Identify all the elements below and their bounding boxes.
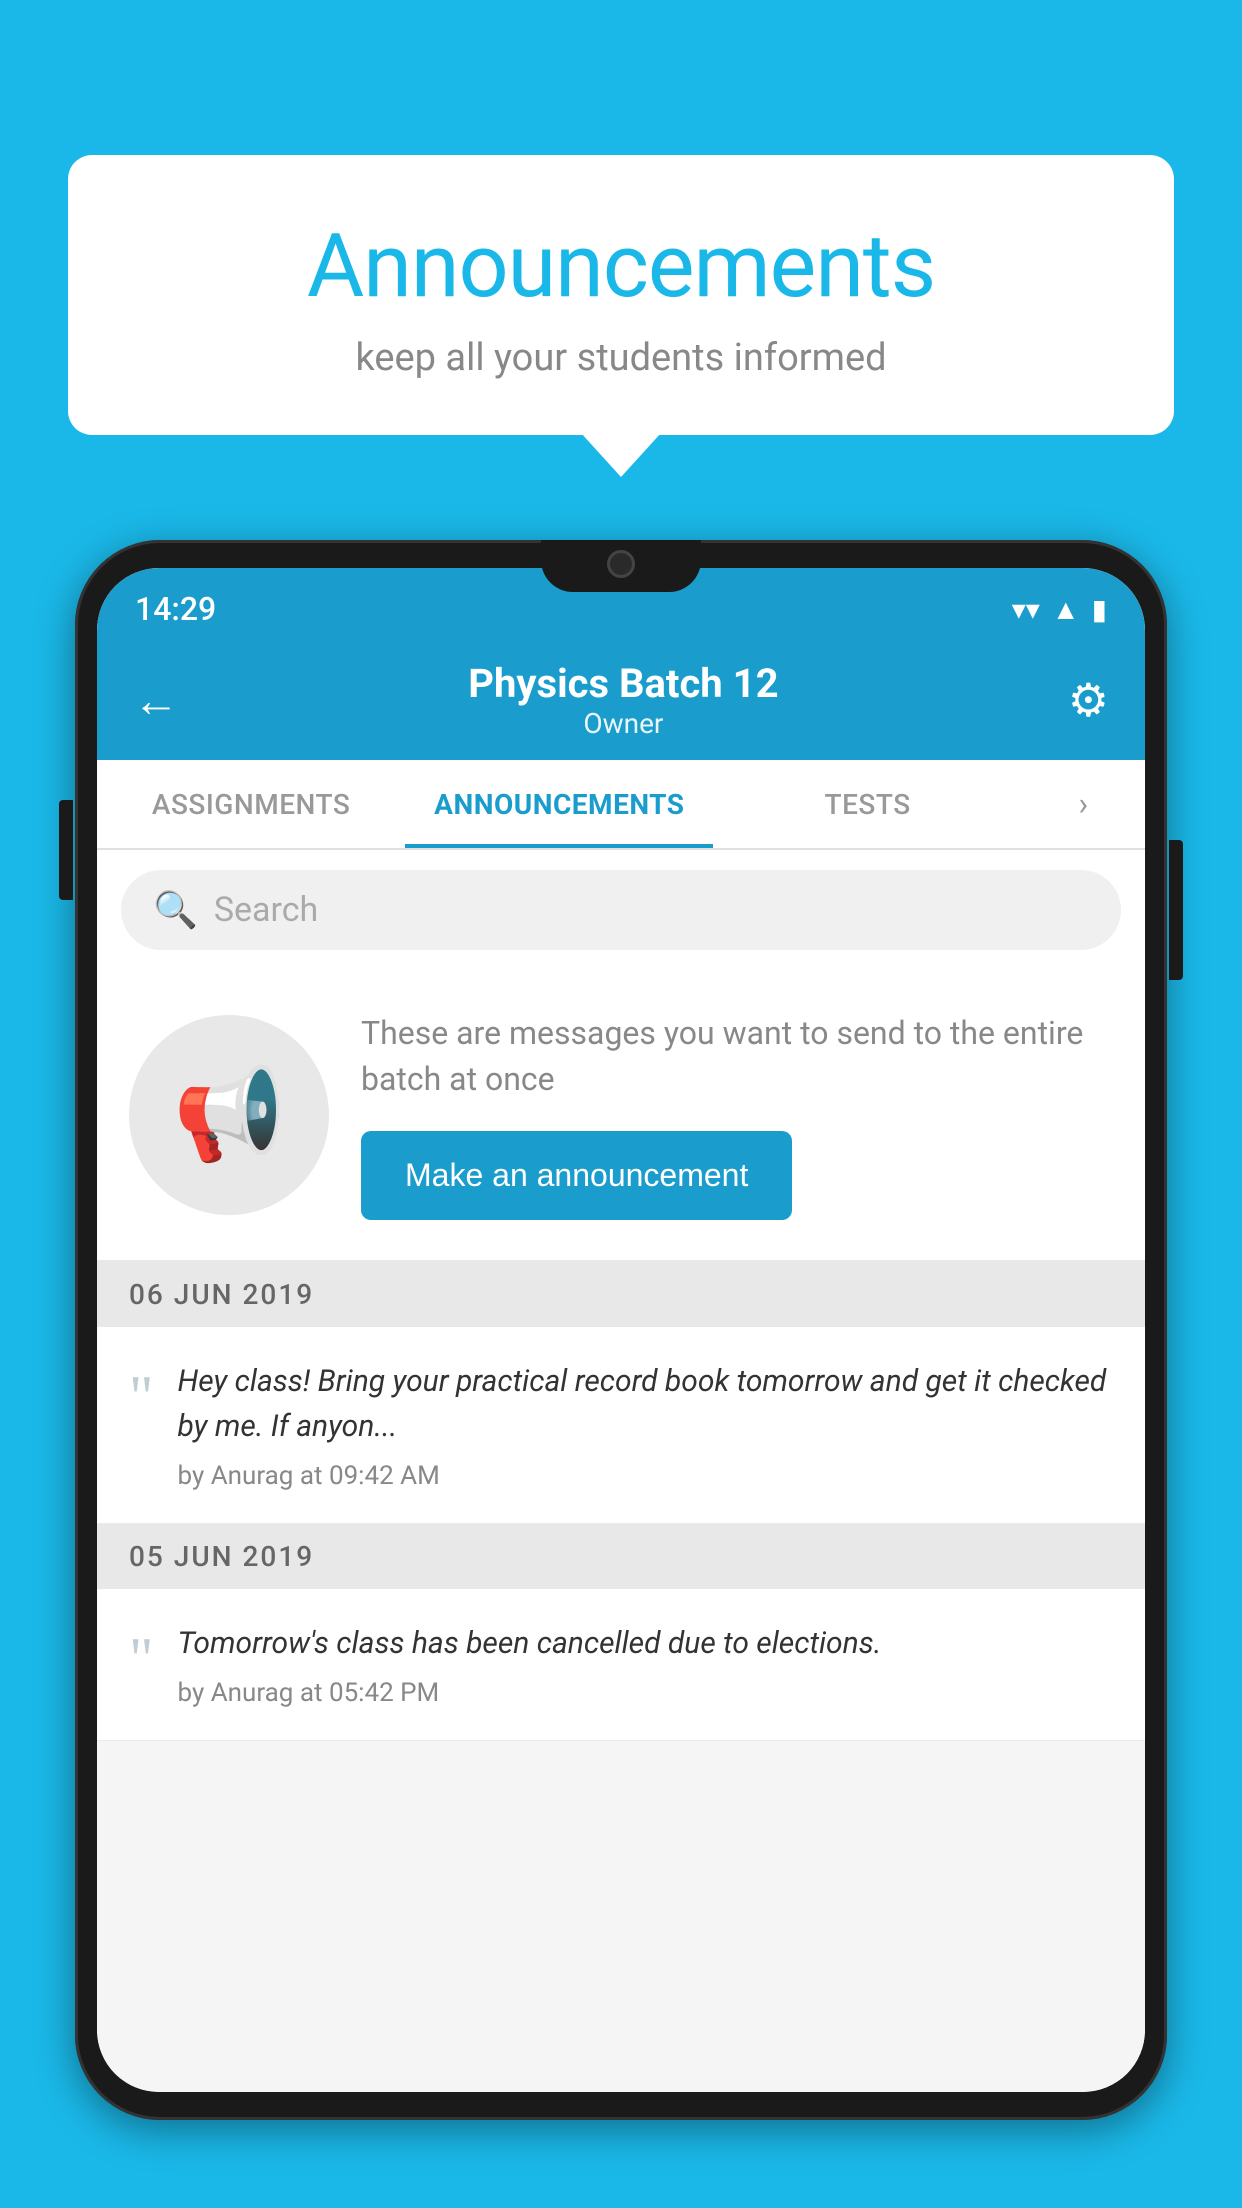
tab-assignments[interactable]: ASSIGNMENTS xyxy=(97,760,405,848)
announcement-item-1[interactable]: " Hey class! Bring your practical record… xyxy=(97,1327,1145,1524)
announcement-meta-2: by Anurag at 05:42 PM xyxy=(178,1678,1114,1708)
status-time: 14:29 xyxy=(135,590,216,628)
phone-notch xyxy=(541,540,701,592)
phone-mockup: 14:29 ▾▾ ▲ ▮ ← Physics Batch 12 Owner ⚙ xyxy=(75,540,1167,2208)
battery-icon: ▮ xyxy=(1092,593,1107,626)
announcement-content-2: Tomorrow's class has been cancelled due … xyxy=(178,1621,1114,1708)
announcement-item-2[interactable]: " Tomorrow's class has been cancelled du… xyxy=(97,1589,1145,1741)
camera-notch xyxy=(607,550,635,578)
settings-icon[interactable]: ⚙ xyxy=(1068,673,1109,728)
owner-label: Owner xyxy=(468,707,778,740)
announcement-intro: 📢 These are messages you want to send to… xyxy=(97,970,1145,1262)
phone-screen: 14:29 ▾▾ ▲ ▮ ← Physics Batch 12 Owner ⚙ xyxy=(97,568,1145,2092)
intro-description: These are messages you want to send to t… xyxy=(361,1010,1113,1103)
speech-bubble-section: Announcements keep all your students inf… xyxy=(68,155,1174,435)
tab-more[interactable]: › xyxy=(1022,760,1145,848)
announcement-content-1: Hey class! Bring your practical record b… xyxy=(178,1359,1114,1491)
app-header: ← Physics Batch 12 Owner ⚙ xyxy=(97,640,1145,760)
megaphone-icon: 📢 xyxy=(173,1062,285,1167)
search-icon: 🔍 xyxy=(153,889,198,931)
quote-icon-1: " xyxy=(129,1367,154,1427)
announcement-meta-1: by Anurag at 09:42 AM xyxy=(178,1461,1114,1491)
megaphone-circle: 📢 xyxy=(129,1015,329,1215)
announcement-intro-right: These are messages you want to send to t… xyxy=(361,1010,1113,1220)
tab-announcements[interactable]: ANNOUNCEMENTS xyxy=(405,760,713,848)
header-center: Physics Batch 12 Owner xyxy=(468,660,778,740)
signal-icon: ▲ xyxy=(1052,593,1080,626)
search-bar[interactable]: 🔍 Search xyxy=(121,870,1121,950)
announcement-text-2: Tomorrow's class has been cancelled due … xyxy=(178,1621,1114,1666)
date-separator-1: 06 JUN 2019 xyxy=(97,1262,1145,1327)
bubble-title: Announcements xyxy=(148,215,1094,318)
wifi-icon: ▾▾ xyxy=(1012,593,1040,626)
speech-bubble: Announcements keep all your students inf… xyxy=(68,155,1174,435)
scrollable-content: 🔍 Search 📢 These are messages you want t… xyxy=(97,850,1145,2092)
back-button[interactable]: ← xyxy=(133,673,179,728)
date-separator-2: 05 JUN 2019 xyxy=(97,1524,1145,1589)
screen-inner: 14:29 ▾▾ ▲ ▮ ← Physics Batch 12 Owner ⚙ xyxy=(97,568,1145,2092)
quote-icon-2: " xyxy=(129,1629,154,1689)
announcement-text-1: Hey class! Bring your practical record b… xyxy=(178,1359,1114,1449)
search-container: 🔍 Search xyxy=(97,850,1145,970)
tabs-bar: ASSIGNMENTS ANNOUNCEMENTS TESTS › xyxy=(97,760,1145,850)
batch-title: Physics Batch 12 xyxy=(468,660,778,707)
phone-outer: 14:29 ▾▾ ▲ ▮ ← Physics Batch 12 Owner ⚙ xyxy=(75,540,1167,2120)
search-placeholder: Search xyxy=(214,890,318,930)
make-announcement-button[interactable]: Make an announcement xyxy=(361,1131,792,1220)
tab-tests[interactable]: TESTS xyxy=(713,760,1021,848)
bubble-subtitle: keep all your students informed xyxy=(148,336,1094,380)
status-icons: ▾▾ ▲ ▮ xyxy=(1012,593,1107,626)
